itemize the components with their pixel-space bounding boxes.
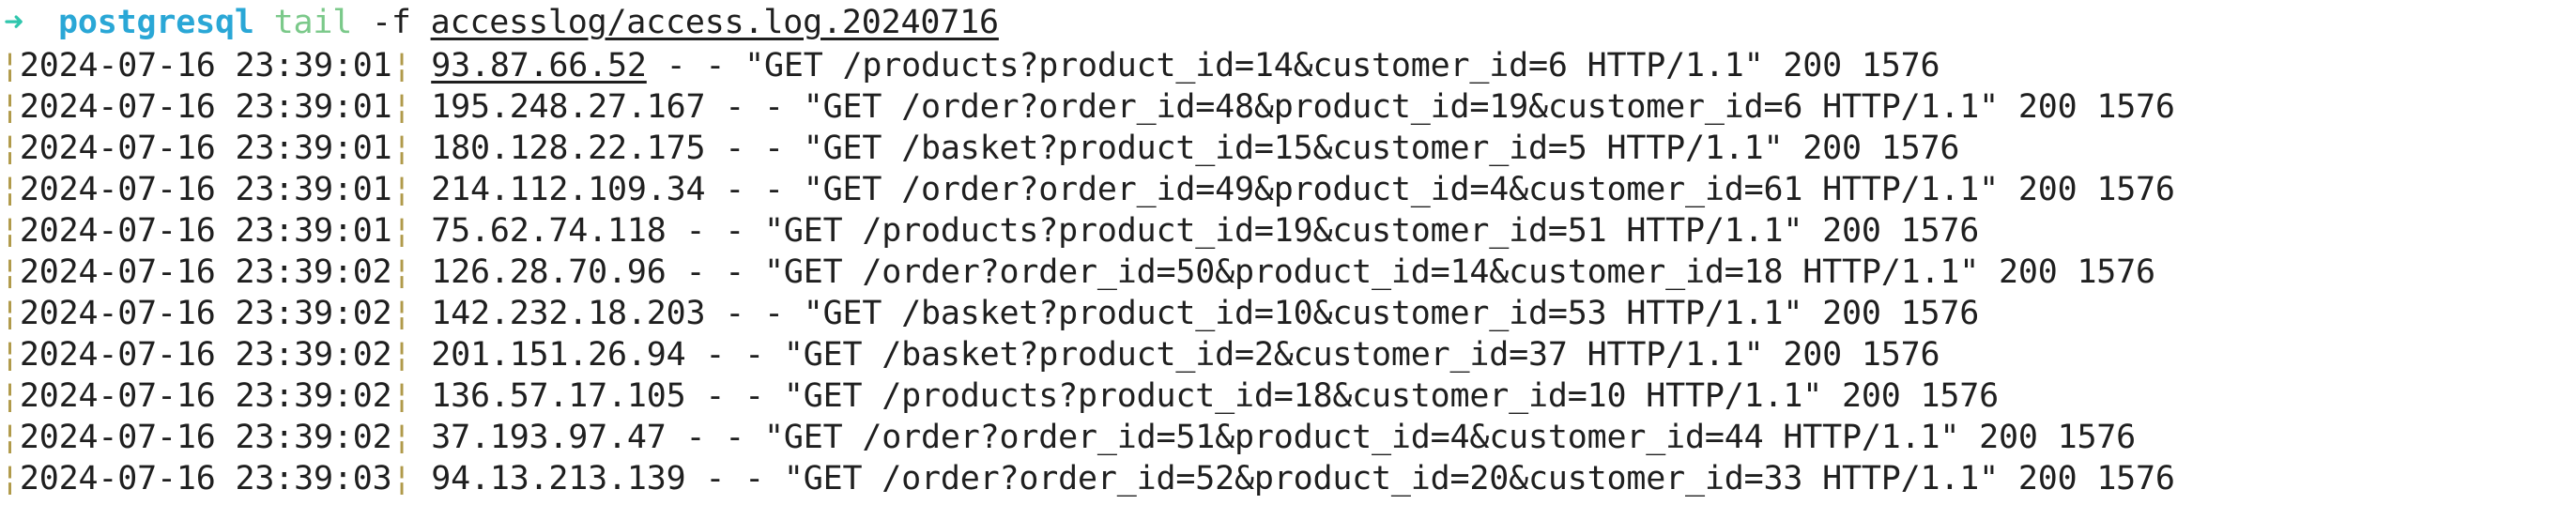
prompt-directory: postgresql — [58, 4, 254, 41]
separator-left: ¦ — [0, 88, 20, 126]
log-timestamp: 2024-07-16 23:39:01 — [19, 212, 392, 250]
log-timestamp: 2024-07-16 23:39:01 — [19, 171, 392, 208]
log-ip: 142.232.18.203 — [431, 295, 706, 332]
log-ip: 94.13.213.139 — [431, 460, 686, 497]
log-ip: 126.28.70.96 — [431, 253, 667, 291]
log-line: ¦2024-07-16 23:39:01¦ 180.128.22.175 - -… — [0, 128, 1959, 169]
log-timestamp: 2024-07-16 23:39:01 — [19, 130, 392, 167]
log-timestamp: 2024-07-16 23:39:02 — [19, 295, 392, 332]
separator-right: ¦ — [391, 377, 412, 415]
log-ip: 180.128.22.175 — [431, 130, 706, 167]
log-ip: 201.151.26.94 — [431, 336, 686, 374]
separator-left: ¦ — [0, 377, 20, 415]
prompt-arrow-icon: ➜ — [4, 4, 23, 41]
separator-left: ¦ — [0, 130, 20, 167]
separator-left: ¦ — [0, 212, 20, 250]
log-line: ¦2024-07-16 23:39:03¦ 94.13.213.139 - - … — [0, 458, 2175, 499]
log-request: - - "GET /basket?product_id=15&customer_… — [705, 130, 1960, 167]
log-ip: 136.57.17.105 — [431, 377, 686, 415]
separator-right: ¦ — [391, 171, 412, 208]
separator-left: ¦ — [0, 253, 20, 291]
log-request: - - "GET /order?order_id=50&product_id=1… — [666, 253, 2156, 291]
log-line: ¦2024-07-16 23:39:02¦ 136.57.17.105 - - … — [0, 375, 1999, 417]
log-line: ¦2024-07-16 23:39:02¦ 142.232.18.203 - -… — [0, 293, 1979, 334]
log-ip: 93.87.66.52 — [431, 47, 647, 84]
prompt-flag: -f — [371, 4, 411, 41]
log-timestamp: 2024-07-16 23:39:01 — [19, 88, 392, 126]
log-line: ¦2024-07-16 23:39:01¦ 93.87.66.52 - - "G… — [0, 45, 1940, 86]
log-ip: 214.112.109.34 — [431, 171, 706, 208]
separator-right: ¦ — [391, 88, 412, 126]
log-request: - - "GET /order?order_id=48&product_id=1… — [705, 88, 2175, 126]
separator-left: ¦ — [0, 295, 20, 332]
separator-left: ¦ — [0, 336, 20, 374]
log-timestamp: 2024-07-16 23:39:02 — [19, 377, 392, 415]
log-request: - - "GET /products?product_id=14&custome… — [646, 47, 1940, 84]
log-ip: 195.248.27.167 — [431, 88, 706, 126]
separator-left: ¦ — [0, 460, 20, 497]
separator-right: ¦ — [391, 212, 412, 250]
log-request: - - "GET /products?product_id=19&custome… — [666, 212, 1980, 250]
log-request: - - "GET /order?order_id=49&product_id=4… — [705, 171, 2175, 208]
separator-left: ¦ — [0, 47, 20, 84]
log-line: ¦2024-07-16 23:39:01¦ 75.62.74.118 - - "… — [0, 210, 1979, 252]
separator-right: ¦ — [391, 336, 412, 374]
separator-right: ¦ — [391, 460, 412, 497]
log-line: ¦2024-07-16 23:39:01¦ 195.248.27.167 - -… — [0, 86, 2175, 128]
log-timestamp: 2024-07-16 23:39:02 — [19, 253, 392, 291]
separator-right: ¦ — [391, 130, 412, 167]
log-request: - - "GET /order?order_id=52&product_id=2… — [685, 460, 2175, 497]
log-request: - - "GET /basket?product_id=10&customer_… — [705, 295, 1980, 332]
prompt-line: ➜ postgresql tail -f accesslog/access.log… — [0, 2, 999, 43]
separator-right: ¦ — [391, 419, 412, 456]
log-request: - - "GET /basket?product_id=2&customer_i… — [685, 336, 1940, 374]
log-line: ¦2024-07-16 23:39:02¦ 126.28.70.96 - - "… — [0, 252, 2155, 293]
log-timestamp: 2024-07-16 23:39:03 — [19, 460, 392, 497]
log-line: ¦2024-07-16 23:39:02¦ 201.151.26.94 - - … — [0, 334, 1940, 375]
separator-right: ¦ — [391, 253, 412, 291]
separator-left: ¦ — [0, 419, 20, 456]
prompt-path: accesslog/access.log.20240716 — [430, 4, 999, 41]
log-request: - - "GET /products?product_id=18&custome… — [685, 377, 1999, 415]
log-timestamp: 2024-07-16 23:39:01 — [19, 47, 392, 84]
log-timestamp: 2024-07-16 23:39:02 — [19, 419, 392, 456]
prompt-command: tail — [273, 4, 353, 41]
log-timestamp: 2024-07-16 23:39:02 — [19, 336, 392, 374]
log-line: ¦2024-07-16 23:39:01¦ 214.112.109.34 - -… — [0, 169, 2175, 210]
log-request: - - "GET /order?order_id=51&product_id=4… — [666, 419, 2137, 456]
separator-right: ¦ — [391, 47, 412, 84]
log-ip: 75.62.74.118 — [431, 212, 667, 250]
log-ip: 37.193.97.47 — [431, 419, 667, 456]
log-line: ¦2024-07-16 23:39:02¦ 37.193.97.47 - - "… — [0, 417, 2136, 458]
terminal-window[interactable]: ➜ postgresql tail -f accesslog/access.log… — [0, 0, 2576, 520]
separator-right: ¦ — [391, 295, 412, 332]
separator-left: ¦ — [0, 171, 20, 208]
